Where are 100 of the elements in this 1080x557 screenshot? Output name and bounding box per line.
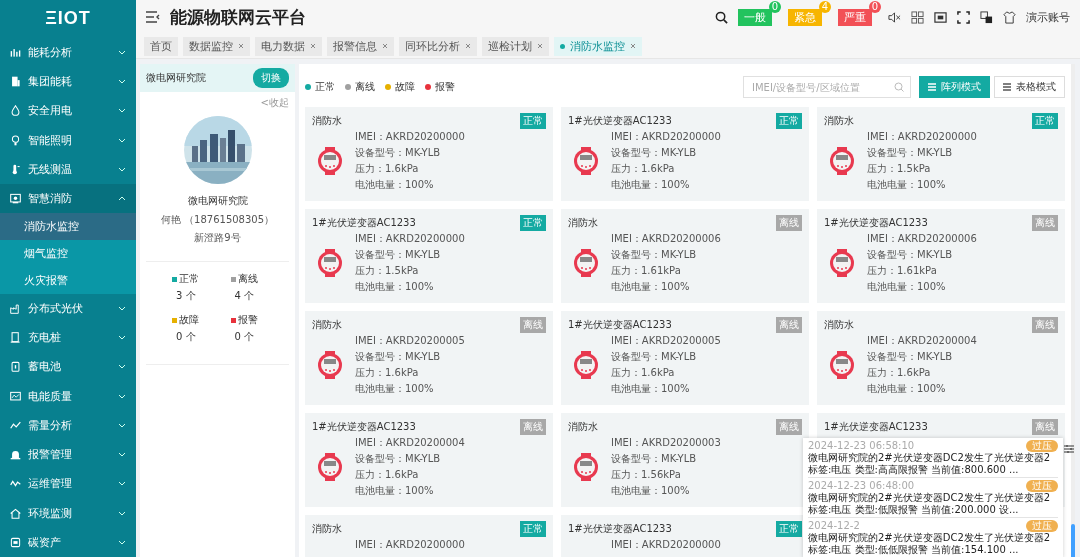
sidebar-item[interactable]: 充电桩 [0,322,136,353]
device-info: IMEI：AKRD20200000 [867,130,977,144]
sidebar-item[interactable]: 智能照明 [0,125,136,155]
mute-icon[interactable] [888,10,901,24]
device-info: 电池电量：100% [867,382,947,396]
device-info: 压力：1.5kPa [867,162,932,176]
search-icon[interactable] [715,10,728,24]
grid-icon[interactable] [911,10,924,24]
list-icon [1003,83,1011,91]
device-info: 压力：1.6kPa [611,366,676,380]
notification-tag: 过压 [1026,479,1058,492]
page-tab[interactable]: 报警信息 [327,36,394,56]
sidebar-item[interactable]: 电能质量 [0,381,136,411]
device-card[interactable]: 消防水 正常 IMEI：AKRD20200000 设备型号：MK-YLB 压力：1.6kPa 电池电量：100% [305,107,553,201]
menu-item-icon [10,76,21,88]
page-tab[interactable]: 首页 [144,36,178,56]
meter-icon [317,146,343,175]
menu-item-icon [10,361,21,373]
chevron-icon [118,422,126,428]
close-icon[interactable] [537,43,543,49]
device-card[interactable]: 消防水 离线 IMEI：AKRD20200006 设备型号：MK-YLB 压力：1.61kPa 电池电量：100% [561,209,809,303]
sidebar-item[interactable]: 报警管理 [0,439,136,470]
page-tab[interactable]: 数据监控 [183,36,250,56]
device-card[interactable]: 1#光伏逆变器AC1233 正常 IMEI：AKRD20200000 设备型号：MK-YLB 压力：1.5kPa 电池电量：100% [305,209,553,303]
submenu-item[interactable]: 消防水监控 [0,213,136,241]
device-info: IMEI：AKRD20200000 [355,232,465,246]
sidebar-item[interactable]: 无线测温 [0,154,136,185]
chevron-icon [118,481,126,487]
fullscreen-icon[interactable] [957,10,970,24]
device-card[interactable]: 1#光伏逆变器AC1233 离线 IMEI：AKRD20200006 设备型号：MK-YLB 压力：1.61kPa 电池电量：100% [817,209,1065,303]
device-card[interactable]: 消防水 离线 IMEI：AKRD20200003 设备型号：MK-YLB 压力：1.56kPa 电池电量：100% [561,413,809,507]
device-info: IMEI：AKRD20200005 [611,334,721,348]
page-tab[interactable]: 巡检计划 [482,36,549,56]
device-info: 压力：1.56kPa [611,468,682,482]
device-card[interactable]: 消防水 离线 IMEI：AKRD20200004 设备型号：MK-YLB 压力：1.6kPa 电池电量：100% [817,311,1065,405]
submenu-item[interactable]: 烟气监控 [0,240,136,267]
status-badge: 正常 [776,521,802,537]
device-info: 电池电量：100% [355,382,435,396]
meter-icon [573,146,599,175]
count-badge: 0 [869,0,881,13]
device-info: 电池电量：100% [867,280,947,294]
chevron-icon [118,452,126,458]
translate-icon[interactable] [980,10,993,24]
device-card[interactable]: 1#光伏逆变器AC1233 离线 IMEI：AKRD20200005 设备型号：MK-YLB 压力：1.6kPa 电池电量：100% [561,311,809,405]
user-name[interactable]: 演示账号 [1026,9,1070,25]
chevron-icon [118,108,126,114]
close-icon[interactable] [238,43,244,49]
sidebar-item[interactable]: 环境监测 [0,498,136,528]
device-name: 1#光伏逆变器AC1233 [824,420,928,434]
sidebar-item[interactable]: 碳资产 [0,527,136,557]
page-tab[interactable]: 电力数据 [255,36,322,56]
page-tab[interactable]: 同环比分析 [399,36,477,56]
filter-icon[interactable] [1064,444,1074,454]
device-info: 压力：1.6kPa [355,162,420,176]
sidebar-item[interactable]: 安全用电 [0,96,136,126]
site-address: 新澄路9号 [194,231,241,245]
close-icon[interactable] [465,43,471,49]
alert-level-button[interactable]: 严重 [838,8,872,26]
device-card[interactable]: 消防水 正常 IMEI：AKRD20200000 [305,515,553,557]
device-info: 设备型号：MK-YLB [867,248,954,262]
device-info: IMEI：AKRD20200000 [611,538,721,552]
close-icon[interactable] [630,43,636,49]
view-mode-button[interactable]: 表格模式 [994,76,1065,98]
device-info: 设备型号：MK-YLB [611,248,698,262]
notification-tag: 过压 [1026,439,1058,452]
page-tab[interactable]: 消防水监控 [554,36,642,56]
device-card[interactable]: 消防水 正常 IMEI：AKRD20200000 设备型号：MK-YLB 压力：1.5kPa 电池电量：100% [817,107,1065,201]
menu-item-icon [10,302,21,314]
search-box[interactable]: IMEI/设备型号/区域位置 [743,76,911,98]
shirt-icon[interactable] [1003,10,1016,24]
sidebar-item[interactable]: 需量分析 [0,410,136,440]
device-card[interactable]: 1#光伏逆变器AC1233 离线 IMEI：AKRD20200004 设备型号：MK-YLB 压力：1.6kPa 电池电量：100% [305,413,553,507]
device-info: 电池电量：100% [355,484,435,498]
device-card[interactable]: 消防水 离线 IMEI：AKRD20200005 设备型号：MK-YLB 压力：1.6kPa 电池电量：100% [305,311,553,405]
count-badge: 0 [769,0,781,13]
screen-icon[interactable] [934,10,947,24]
device-info: IMEI：AKRD20200006 [611,232,721,246]
close-icon[interactable] [382,43,388,49]
menu-item-icon [10,134,21,146]
device-info: 电池电量：100% [611,382,691,396]
sidebar-item[interactable]: 分布式光伏 [0,293,136,323]
device-card[interactable]: 1#光伏逆变器AC1233 正常 IMEI：AKRD20200000 设备型号：MK-YLB 压力：1.6kPa 电池电量：100% [561,107,809,201]
notification-message[interactable]: 微电网研究院的2#光伏逆变器DC2发生了光伏逆变器2 标签:电压 类型:低低限报警 当前值:154.100 ... [808,532,1058,556]
device-info: 电池电量：100% [355,280,435,294]
scrollbar-thumb[interactable] [1071,524,1075,557]
sidebar-item[interactable]: 运维管理 [0,469,136,499]
status-badge: 离线 [1032,317,1058,333]
sidebar-item[interactable]: 集团能耗 [0,66,136,97]
legend-label: 离线 [355,80,375,94]
menu-item-icon [10,536,21,548]
status-badge: 离线 [1032,215,1058,231]
sidebar-item[interactable]: 能耗分析 [0,37,136,67]
menu-icon[interactable] [146,11,160,23]
device-info: 压力：1.6kPa [355,366,420,380]
menu-item-icon [10,105,21,117]
sidebar-item[interactable]: 智慧消防 [0,184,136,214]
close-icon[interactable] [310,43,316,49]
sidebar-item[interactable]: 蓄电池 [0,352,136,382]
device-info: 电池电量：100% [355,178,435,192]
submenu-item[interactable]: 火灾报警 [0,266,136,294]
